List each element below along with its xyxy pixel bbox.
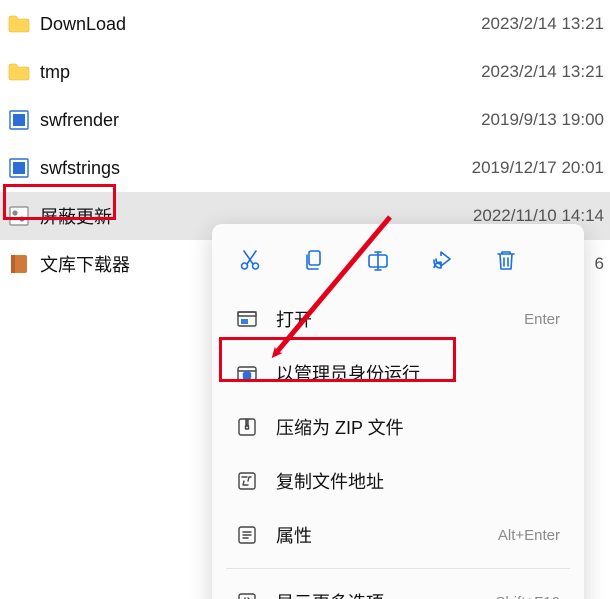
- menu-item-accel: Alt+Enter: [498, 527, 560, 544]
- file-date-label: 2019/9/13 19:00: [481, 110, 610, 130]
- file-name-label: tmp: [40, 62, 70, 83]
- folder-icon: [8, 13, 30, 35]
- delete-button[interactable]: [488, 242, 524, 278]
- file-name-label: swfstrings: [40, 158, 120, 179]
- open-icon: [236, 308, 258, 330]
- zip-icon: [236, 416, 258, 438]
- props-icon: [236, 524, 258, 546]
- context-menu: 打开 Enter 以管理员身份运行压缩为 ZIP 文件复制文件地址属性 Alt+Ent…: [212, 224, 584, 599]
- delete-icon: [494, 248, 518, 272]
- folder-icon: [8, 61, 30, 83]
- file-date-label: 2022/11/10 14:14: [473, 206, 610, 226]
- menu-item-label: 以管理员身份运行: [276, 360, 420, 386]
- file-date-label: 2023/2/14 13:21: [481, 62, 610, 82]
- compress-zip-menu-item[interactable]: 压缩为 ZIP 文件: [218, 400, 578, 454]
- cut-button[interactable]: [232, 242, 268, 278]
- file-name-label: swfrender: [40, 110, 119, 131]
- admin-icon: [236, 362, 258, 384]
- file-date-label: 2019/12/17 20:01: [472, 158, 610, 178]
- menu-item-label: 压缩为 ZIP 文件: [276, 414, 404, 440]
- file-name-label: 文库下载器: [40, 251, 130, 277]
- context-menu-separator: [226, 568, 570, 569]
- file-row[interactable]: swfrender 2019/9/13 19:00: [0, 96, 610, 144]
- copy-icon: [302, 248, 326, 272]
- share-button[interactable]: [424, 242, 460, 278]
- show-more-options[interactable]: 显示更多选项 Shift+F10: [218, 575, 578, 599]
- copypath-icon: [236, 470, 258, 492]
- more-options-icon: [236, 591, 258, 599]
- menu-item-label: 复制文件地址: [276, 468, 384, 494]
- copy-path-menu-item[interactable]: 复制文件地址: [218, 454, 578, 508]
- context-toolbar: [218, 236, 578, 292]
- open-menu-item[interactable]: 打开 Enter: [218, 292, 578, 346]
- run-as-admin-menu-item[interactable]: 以管理员身份运行: [218, 346, 578, 400]
- file-row[interactable]: swfstrings 2019/12/17 20:01: [0, 144, 610, 192]
- menu-item-accel: Enter: [524, 311, 560, 328]
- file-date-label: 6: [595, 254, 610, 274]
- copy-button[interactable]: [296, 242, 332, 278]
- cut-icon: [238, 248, 262, 272]
- show-more-options-accel: Shift+F10: [495, 594, 560, 599]
- show-more-options-label: 显示更多选项: [276, 589, 384, 599]
- book-icon: [8, 253, 30, 275]
- rename-button[interactable]: [360, 242, 396, 278]
- share-icon: [430, 248, 454, 272]
- rename-icon: [366, 248, 390, 272]
- file-row[interactable]: tmp 2023/2/14 13:21: [0, 48, 610, 96]
- file-date-label: 2023/2/14 13:21: [481, 14, 610, 34]
- file-name-label: 屏蔽更新: [40, 203, 112, 229]
- file-row[interactable]: DownLoad 2023/2/14 13:21: [0, 0, 610, 48]
- exe-icon: [8, 109, 30, 131]
- bat-icon: [8, 205, 30, 227]
- menu-item-label: 属性: [276, 522, 312, 548]
- properties-menu-item[interactable]: 属性 Alt+Enter: [218, 508, 578, 562]
- menu-item-label: 打开: [276, 306, 312, 332]
- exe-icon: [8, 157, 30, 179]
- file-name-label: DownLoad: [40, 14, 126, 35]
